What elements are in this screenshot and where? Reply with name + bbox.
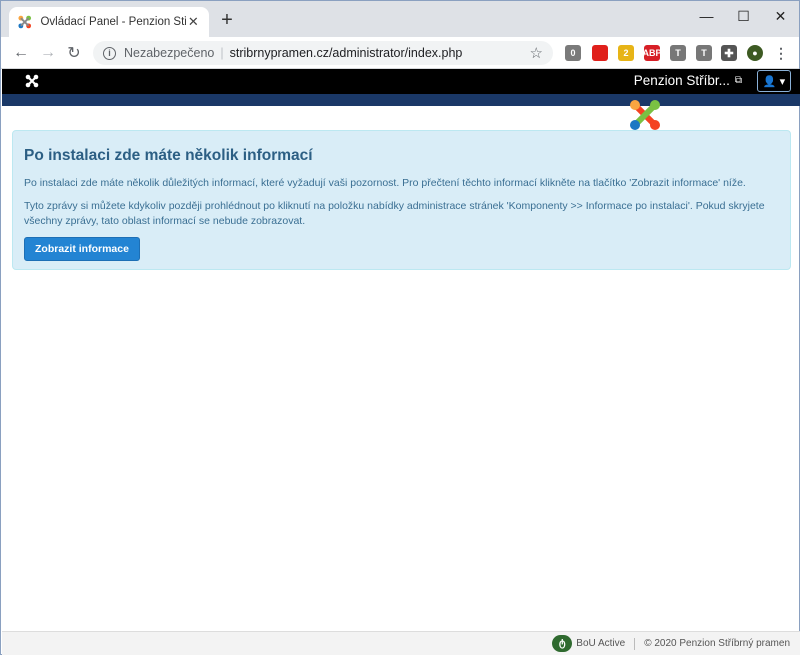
back-arrow-icon[interactable]: ←	[10, 42, 32, 64]
abp-ext-icon[interactable]: ABP	[643, 45, 662, 61]
user-menu-button[interactable]: 👤 ▾	[757, 70, 791, 92]
security-label: Nezabezpečeno	[124, 46, 215, 60]
browser-menu-icon[interactable]: ⋮	[773, 45, 789, 61]
joomla-favicon-icon	[18, 15, 32, 29]
copyright: © 2020 Penzion Stříbrný pramen	[644, 638, 790, 649]
alert-heading: Po instalaci zde máte několik informací	[24, 147, 313, 164]
chat-ext-icon[interactable]: 2	[618, 45, 634, 61]
post-install-alert: Po instalaci zde máte několik informací …	[12, 130, 791, 270]
t1-ext-icon[interactable]: T	[670, 45, 686, 61]
close-window-icon[interactable]: ✕	[762, 1, 799, 31]
window-controls: — ☐ ✕	[688, 1, 799, 31]
forward-arrow-icon[interactable]: →	[37, 42, 59, 64]
t2-ext-icon[interactable]: T	[696, 45, 712, 61]
minimize-icon[interactable]: —	[688, 1, 725, 31]
browser-tab[interactable]: Ovládací Panel - Penzion Stříbrný ✕	[9, 7, 209, 37]
alert-paragraph-1: Po instalaci zde máte několik důležitých…	[24, 177, 746, 189]
address-bar[interactable]: i Nezabezpečeno | stribrnypramen.cz/admi…	[93, 41, 553, 65]
browser-window: Ovládací Panel - Penzion Stříbrný ✕ + — …	[0, 0, 800, 655]
extensions-puzzle-icon[interactable]: ✚	[721, 45, 737, 61]
show-info-button[interactable]: Zobrazit informace	[24, 237, 140, 261]
browser-toolbar: ← → ↻ i Nezabezpečeno | stribrnypramen.c…	[1, 37, 799, 69]
puzzle-ext-icon[interactable]: 0	[565, 45, 581, 61]
reload-icon[interactable]: ↻	[63, 42, 85, 64]
new-tab-icon[interactable]: +	[217, 10, 237, 31]
bou-logo-icon: ტ	[552, 635, 573, 652]
site-name: Penzion Stříbr...	[633, 73, 730, 88]
caret-down-icon: ▾	[779, 75, 786, 88]
bookmark-star-icon[interactable]: ☆	[530, 44, 543, 62]
opera-ext-icon[interactable]	[592, 45, 608, 61]
profile-avatar-icon[interactable]: ●	[747, 45, 763, 61]
joomla-brand-logo	[630, 100, 660, 130]
user-icon: 👤	[762, 75, 777, 88]
maximize-icon[interactable]: ☐	[725, 1, 762, 31]
bou-status[interactable]: BoU Active	[576, 638, 625, 649]
url-text: stribrnypramen.cz/administrator/index.ph…	[229, 46, 463, 60]
info-icon[interactable]: i	[103, 46, 116, 60]
footer-divider	[634, 637, 636, 650]
address-separator: |	[220, 46, 224, 60]
title-bar: Ovládací Panel - Penzion Stříbrný ✕ + — …	[1, 1, 799, 37]
site-link[interactable]: Penzion Stříbr... ⧉	[634, 73, 742, 88]
alert-paragraph-2: Tyto zprávy si můžete kdykoliv později p…	[24, 200, 765, 227]
external-link-icon: ⧉	[734, 75, 742, 86]
joomla-header: Penzion Stříbr... ⧉ 👤 ▾	[2, 69, 800, 94]
joomla-subheader	[2, 94, 800, 106]
tab-close-icon[interactable]: ✕	[186, 14, 201, 30]
tab-title: Ovládací Panel - Penzion Stříbrný	[40, 16, 185, 28]
joomla-logo-icon[interactable]	[24, 73, 40, 89]
footer: ტ BoU Active © 2020 Penzion Stříbrný pra…	[2, 631, 800, 655]
